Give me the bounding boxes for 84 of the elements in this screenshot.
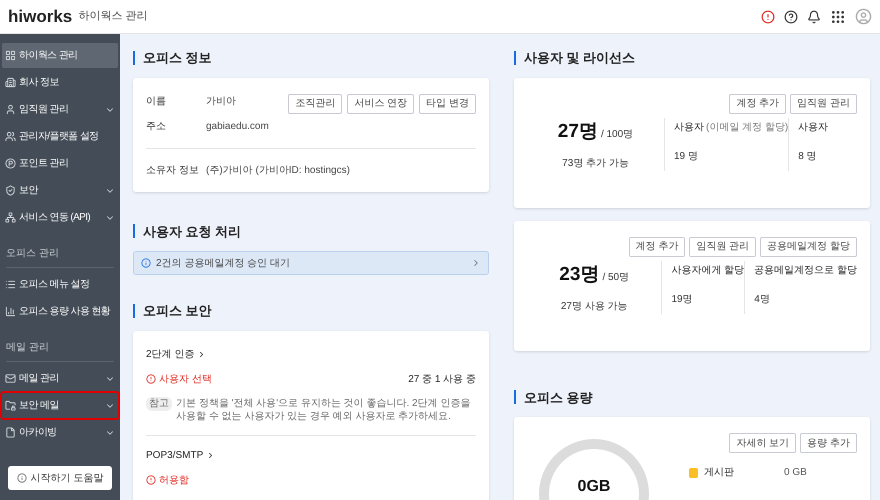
sidebar-item[interactable]: 하이웍스 관리: [2, 43, 118, 68]
usage-count: 27 중 1 사용 중: [408, 372, 476, 386]
sidebar-item[interactable]: 서비스 연동 (API): [2, 205, 118, 230]
column-label: 사용자에게 할당: [671, 264, 744, 276]
used-count: 23명: [559, 262, 600, 286]
sidebar-heading: 오피스 관리: [6, 248, 59, 259]
sidebar-item[interactable]: 오피스 메뉴 설정: [2, 272, 118, 297]
status-text: 사용자 선택: [159, 372, 212, 386]
total-count: / 100명: [600, 128, 634, 142]
legend-value: 0 GB: [784, 466, 807, 480]
status-text: 허용함: [159, 474, 189, 488]
section-title: 사용자 요청 처리: [143, 222, 242, 240]
sidebar-item[interactable]: 메일 관리: [2, 366, 118, 391]
list-icon: [5, 279, 16, 290]
sidebar-item[interactable]: 포인트 관리: [2, 151, 118, 176]
field-value: (주)가비아 (가비아ID: hostingcs): [206, 164, 350, 178]
total-count: / 50명: [602, 270, 630, 284]
column-value: 4명: [754, 292, 771, 306]
action-button[interactable]: 타입 변경: [419, 94, 476, 114]
notice-bar[interactable]: 2건의 공용메일계정 승인 대기: [133, 251, 489, 275]
column-value: 19명: [671, 292, 694, 306]
field-label: 소유자 정보: [146, 164, 200, 178]
mail-icon: [5, 373, 16, 384]
action-button[interactable]: 서비스 연장: [347, 94, 414, 114]
sidebar-item[interactable]: 오피스 용량 사용 현황: [2, 299, 118, 324]
note-text: 기본 정책을 '전체 사용'으로 유지하는 것이 좋습니다. 2단계 인증을 사용할 수 없는 사용자가 있는 경우 예외 사용자로 추가하세요.: [176, 396, 472, 422]
shield-icon: [5, 185, 16, 196]
column-value: 19 명: [674, 150, 699, 164]
field-value: gabiaedu.com: [206, 120, 269, 134]
network-icon: [5, 212, 16, 223]
logo[interactable]: hiworks: [8, 4, 72, 30]
sidebar-item[interactable]: 보안 메일: [2, 393, 118, 418]
field-label: 이름: [146, 94, 167, 108]
section-title: 오피스 용량: [524, 388, 593, 406]
section-title: 사용자 및 라이선스: [524, 49, 636, 67]
column-note: (이메일 계정 할당): [706, 122, 788, 132]
action-button[interactable]: 임직원 관리: [790, 94, 857, 114]
security-link[interactable]: POP3/SMTP: [146, 448, 216, 462]
column-label: 사용자: [798, 122, 828, 132]
available-count: 73명 추가 가능: [562, 157, 629, 171]
apps-grid-icon[interactable]: [830, 8, 846, 24]
person-icon: [5, 104, 16, 115]
help-icon[interactable]: [784, 10, 798, 24]
section-title: 오피스 보안: [143, 302, 212, 320]
sidebar-heading: 메일 관리: [6, 342, 49, 353]
column-value: 8 명: [798, 150, 818, 164]
sidebar-item[interactable]: 아카이빙: [2, 420, 118, 445]
building-icon: [5, 77, 16, 88]
security-link[interactable]: 2단계 인증: [146, 346, 206, 362]
action-button[interactable]: 임직원 관리: [689, 236, 756, 256]
field-label: 주소: [146, 120, 167, 134]
alert-icon: [146, 374, 156, 384]
header-title: 하이웍스 관리: [78, 9, 148, 24]
column-label: 공용메일계정으로 할당: [754, 264, 857, 276]
info-icon: [141, 258, 151, 268]
sidebar-item[interactable]: 관리자/플랫폼 설정: [2, 124, 118, 149]
action-button[interactable]: 자세히 보기: [729, 433, 796, 453]
people-icon: [5, 131, 16, 142]
storage-total: 0GB: [578, 477, 610, 497]
bar-chart-icon: [5, 306, 16, 317]
used-count: 27명: [558, 120, 598, 144]
grid-icon: [5, 50, 16, 61]
action-button[interactable]: 계정 추가: [628, 236, 686, 256]
alert-icon[interactable]: [761, 10, 775, 24]
sidebar-item[interactable]: 임직원 관리: [2, 97, 118, 122]
alert-icon: [146, 475, 156, 485]
legend-label: 게시판: [704, 466, 735, 480]
p-circle-icon: [5, 158, 16, 169]
field-value: 가비아: [206, 94, 236, 108]
action-button[interactable]: 계정 추가: [729, 94, 786, 114]
sidebar-item[interactable]: 보안: [2, 178, 118, 203]
folder-lock-icon: [5, 400, 16, 411]
action-button[interactable]: 공용메일계정 할당: [760, 236, 857, 256]
bell-icon[interactable]: [807, 10, 821, 24]
column-label: 사용자: [674, 122, 704, 132]
available-count: 27명 사용 가능: [560, 300, 628, 314]
action-button[interactable]: 용량 추가: [800, 433, 857, 453]
file-icon: [5, 427, 16, 438]
action-button[interactable]: 조직관리: [288, 94, 342, 114]
help-button[interactable]: 시작하기 도움말: [8, 466, 112, 490]
sidebar-item[interactable]: 회사 정보: [2, 70, 118, 95]
section-title: 오피스 정보: [143, 49, 212, 67]
info-icon: [16, 473, 27, 483]
note-tag: 참고: [146, 396, 172, 410]
